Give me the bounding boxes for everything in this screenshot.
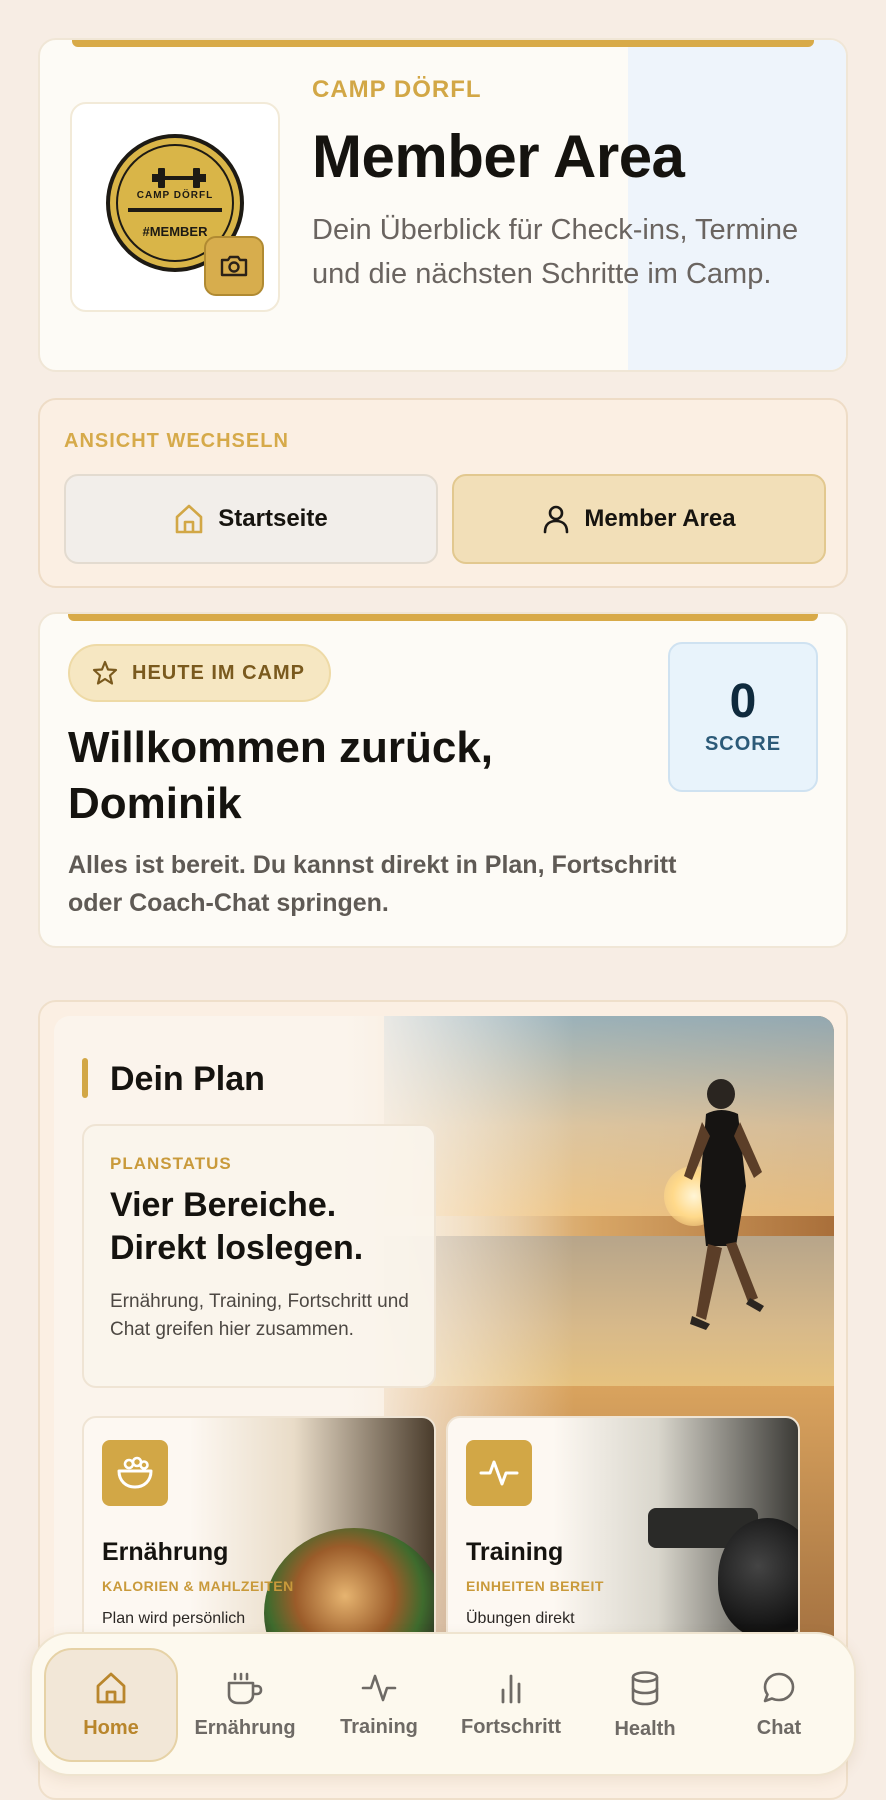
startseite-button[interactable]: Startseite — [64, 474, 438, 564]
startseite-label: Startseite — [218, 505, 328, 532]
logo-box: CAMP DÖRFL #MEMBER — [70, 102, 280, 312]
page-title: Member Area — [312, 123, 685, 190]
nav-training-label: Training — [340, 1715, 418, 1738]
welcome-accent-bar — [68, 614, 818, 621]
plan-heading-accent — [82, 1058, 88, 1098]
user-icon — [544, 505, 569, 534]
ernaehrung-tile-description: Plan wird persönlich — [102, 1610, 246, 1627]
nav-fortschritt-label: Fortschritt — [461, 1715, 561, 1738]
today-pill-label: HEUTE IM CAMP — [132, 661, 305, 684]
nav-chat[interactable]: Chat — [712, 1648, 846, 1762]
ernaehrung-tile-kicker: KALORIEN & MAHLZEITEN — [102, 1578, 294, 1594]
brand-name: CAMP DÖRFL — [312, 76, 482, 103]
nav-ernaehrung-label: Ernährung — [194, 1716, 296, 1739]
training-tile-title: Training — [466, 1538, 564, 1566]
score-box: 0 SCORE — [668, 642, 818, 792]
salad-bowl-icon — [102, 1440, 168, 1506]
dumbbell-icon — [152, 168, 206, 188]
database-icon — [631, 1670, 659, 1705]
nav-ernaehrung[interactable]: Ernährung — [178, 1648, 312, 1762]
header-decor-panel — [628, 40, 846, 370]
plan-status-title: Vier Bereiche. Direkt loslegen. — [110, 1186, 364, 1267]
score-value: 0 — [729, 675, 757, 728]
change-photo-button[interactable] — [204, 236, 264, 296]
nav-home-label: Home — [83, 1716, 139, 1739]
member-area-label: Member Area — [584, 505, 736, 532]
header-card: CAMP DÖRFL #MEMBER CAMP DÖRFL Member Are… — [38, 38, 848, 372]
chat-bubble-icon — [763, 1672, 795, 1702]
welcome-description: Alles ist bereit. Du kannst direkt in Pl… — [68, 851, 677, 917]
plan-hero-image: Dein Plan PLANSTATUS Vier Bereiche. Dire… — [54, 1016, 834, 1656]
plan-status-kicker: PLANSTATUS — [110, 1154, 232, 1173]
nav-health[interactable]: Health — [578, 1648, 712, 1762]
plan-heading: Dein Plan — [110, 1060, 265, 1098]
home-icon — [175, 504, 203, 534]
runner-illustration — [684, 1079, 764, 1330]
camera-icon — [220, 255, 248, 277]
member-area-button[interactable]: Member Area — [452, 474, 826, 564]
bar-chart-icon — [501, 1674, 521, 1703]
bottom-navigation: Home Ernährung Training Fortschritt Heal… — [30, 1632, 856, 1776]
star-icon — [92, 660, 118, 685]
coffee-cup-icon — [227, 1672, 263, 1704]
home-icon — [96, 1672, 126, 1703]
activity-icon — [466, 1440, 532, 1506]
nav-health-label: Health — [614, 1717, 676, 1740]
nav-fortschritt[interactable]: Fortschritt — [444, 1648, 578, 1762]
page-description: Dein Überblick für Check-ins, Termine un… — [312, 214, 799, 290]
activity-icon — [361, 1674, 397, 1701]
training-tile-description: Übungen direkt — [466, 1610, 575, 1627]
nav-chat-label: Chat — [756, 1716, 802, 1739]
view-switch-card: ANSICHT WECHSELN Startseite Member Area — [38, 398, 848, 588]
training-tile[interactable]: Training EINHEITEN BEREIT Übungen direkt — [446, 1416, 800, 1656]
training-tile-kicker: EINHEITEN BEREIT — [466, 1578, 604, 1594]
score-label: SCORE — [704, 733, 782, 755]
welcome-title: Willkommen zurück, Dominik — [68, 723, 494, 828]
view-switch-label: ANSICHT WECHSELN — [64, 430, 289, 452]
header-accent-bar — [72, 40, 814, 47]
logo-text-top: CAMP DÖRFL — [136, 190, 214, 201]
today-pill: HEUTE IM CAMP — [68, 644, 331, 702]
ernaehrung-tile-title: Ernährung — [102, 1538, 229, 1566]
plan-status-box: PLANSTATUS Vier Bereiche. Direkt loslege… — [82, 1124, 436, 1388]
plan-status-description: Ernährung, Training, Fortschritt und Cha… — [110, 1291, 409, 1340]
ernaehrung-tile[interactable]: Ernährung KALORIEN & MAHLZEITEN Plan wir… — [82, 1416, 436, 1656]
nav-training[interactable]: Training — [312, 1648, 446, 1762]
welcome-card: HEUTE IM CAMP 0 SCORE Willkommen zurück,… — [38, 612, 848, 948]
nav-home[interactable]: Home — [44, 1648, 178, 1762]
